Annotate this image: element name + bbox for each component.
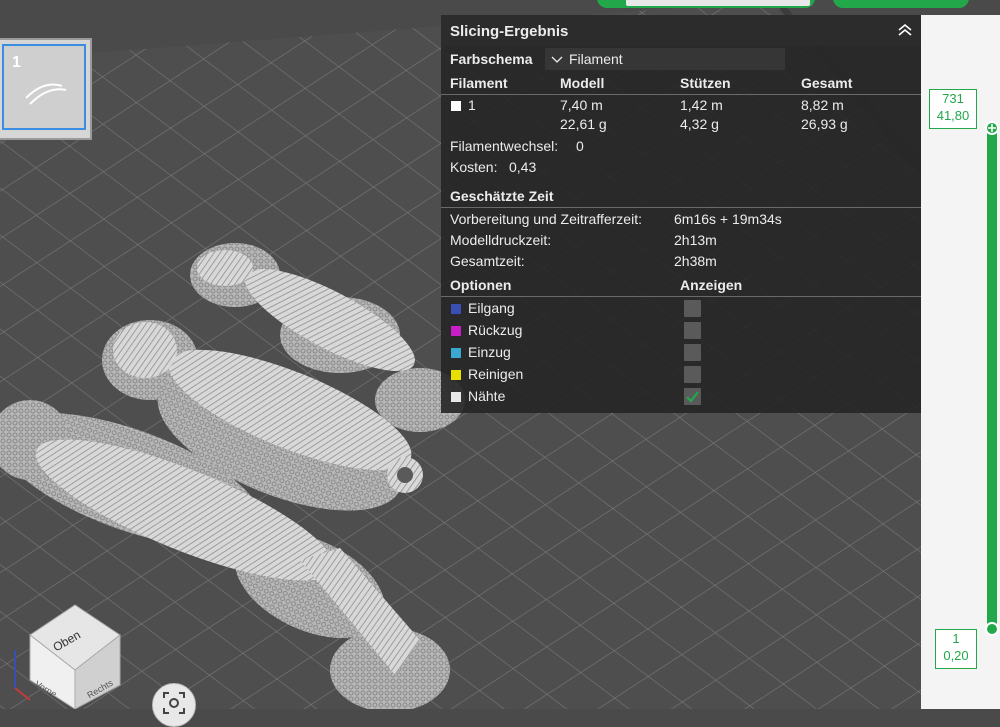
time-section-title: Geschätzte Zeit [450, 188, 554, 204]
model-time-label: Modelldruckzeit: [450, 232, 552, 248]
top-layer-number: 731 [942, 91, 964, 106]
plus-icon [988, 124, 996, 132]
layer-slider-track[interactable] [987, 128, 997, 629]
fit-view-button[interactable] [152, 683, 196, 727]
color-scheme-select[interactable]: Filament [545, 48, 785, 70]
slider-top-handle[interactable] [985, 121, 999, 135]
toolbar-field[interactable] [626, 0, 810, 6]
color-scheme-value: Filament [569, 51, 623, 67]
prep-time-value: 6m16s + 19m34s [674, 211, 782, 227]
option-label-travel: Eilgang [468, 300, 515, 316]
cost-label: Kosten: [450, 159, 498, 175]
divider [441, 94, 921, 95]
slider-bottom-label: 1 0,20 [935, 629, 977, 669]
option-color-swatch [451, 370, 461, 380]
slider-top-label: 731 41,80 [929, 89, 977, 129]
option-color-swatch [451, 392, 461, 402]
plate-thumbnail[interactable]: 1 [0, 38, 92, 140]
option-checkbox-seams[interactable] [684, 388, 701, 405]
total-time-label: Gesamtzeit: [450, 253, 525, 269]
filament-color-swatch [451, 101, 461, 111]
option-label-wipe: Reinigen [468, 366, 524, 382]
option-checkbox-wipe[interactable] [684, 366, 701, 383]
col-header-model: Modell [560, 75, 605, 91]
view-cube[interactable]: Oben Vorne Rechts [10, 600, 125, 710]
option-checkbox-retract[interactable] [684, 322, 701, 339]
col-header-filament: Filament [450, 75, 508, 91]
checkmark-icon [686, 391, 699, 403]
option-color-swatch [451, 348, 461, 358]
panel-header: Slicing-Ergebnis [441, 15, 921, 46]
model-length: 7,40 m [560, 97, 603, 113]
option-color-swatch [451, 304, 461, 314]
focus-icon [163, 692, 185, 714]
chevron-up-double-icon[interactable] [897, 22, 913, 38]
model-weight: 22,61 g [560, 116, 607, 132]
col-header-supports: Stützen [680, 75, 731, 91]
cost-value: 0,43 [509, 159, 537, 175]
option-checkbox-unretract[interactable] [684, 344, 701, 361]
model-time-value: 2h13m [674, 232, 717, 248]
chevron-down-icon [551, 56, 563, 63]
total-length: 8,82 m [801, 97, 844, 113]
option-label-retract: Rückzug [468, 322, 523, 338]
divider [441, 296, 921, 297]
support-length: 1,42 m [680, 97, 723, 113]
bottom-layer-number: 1 [952, 631, 960, 646]
option-color-swatch [451, 326, 461, 336]
option-label-unretract: Einzug [468, 344, 511, 360]
plate-thumbnail-selected: 1 [2, 44, 86, 130]
filament-changes-label: Filamentwechsel: [450, 138, 559, 154]
option-checkbox-travel[interactable] [684, 300, 701, 317]
toolbar-print-button[interactable] [833, 0, 969, 8]
filament-changes-value: 0 [576, 138, 584, 154]
total-time-value: 2h38m [674, 253, 717, 269]
plate-preview-icon [25, 83, 67, 105]
filament-number: 1 [468, 97, 476, 113]
view-cube-graphic [14, 604, 121, 710]
slicing-result-panel: Slicing-Ergebnis Farbschema Filament Fil… [441, 15, 921, 413]
total-weight: 26,93 g [801, 116, 848, 132]
display-header: Anzeigen [680, 277, 743, 293]
slider-bottom-handle[interactable] [985, 622, 999, 636]
prep-time-label: Vorbereitung und Zeitrafferzeit: [450, 211, 642, 227]
panel-title: Slicing-Ergebnis [450, 23, 569, 40]
options-header: Optionen [450, 277, 512, 293]
col-header-total: Gesamt [801, 75, 853, 91]
support-weight: 4,32 g [680, 116, 719, 132]
color-scheme-label: Farbschema [450, 51, 533, 67]
divider [441, 207, 921, 208]
bottom-layer-height: 0,20 [943, 648, 969, 663]
option-label-seams: Nähte [468, 388, 506, 404]
top-layer-height: 41,80 [936, 108, 970, 123]
